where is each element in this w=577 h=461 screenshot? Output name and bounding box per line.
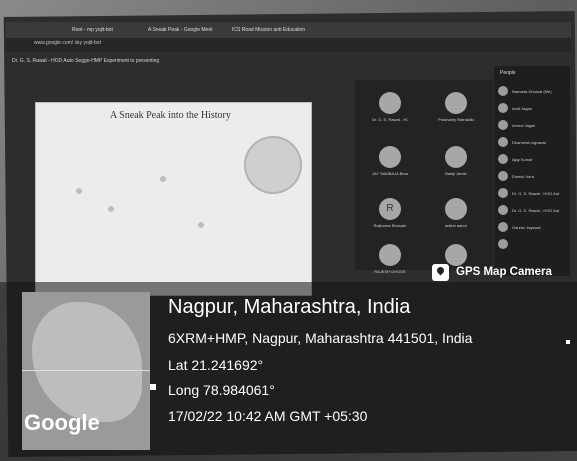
avatar: [445, 198, 467, 220]
person-name: Ajay Kumar: [512, 157, 533, 162]
avatar: [498, 120, 508, 130]
google-logo: Google: [24, 410, 100, 435]
location-city: Nagpur, Maharashtra, India: [168, 296, 411, 318]
avatar: [379, 92, 401, 114]
people-list-item[interactable]: Anmol Jagan: [498, 118, 570, 132]
avatar: R: [379, 198, 401, 220]
person-name: Dinesh Vora: [512, 174, 534, 179]
avatar: [498, 171, 508, 181]
avatar: [498, 137, 508, 147]
person-name: Dr. G. S. Rawat - HOD Aut: [512, 191, 560, 196]
slide-decoration: [198, 222, 204, 228]
people-list-item[interactable]: Amit Jagan: [498, 101, 570, 115]
map-road: [22, 370, 150, 371]
slide-decoration: [160, 176, 166, 182]
participant-tile[interactable]: JAY SAMBAJA Bhawabe: [372, 146, 408, 176]
slide-decoration: [108, 206, 114, 212]
participant-tile[interactable]: Balaji Jamle: [438, 146, 474, 176]
meeting-title: Dr. G. S. Rawat - HOD Auto Seggo-HMP Exp…: [12, 58, 160, 64]
avatar: [498, 103, 508, 113]
location-address: 6XRM+HMP, Nagpur, Maharashtra 441501, In…: [168, 330, 473, 346]
map-pin-icon: [432, 264, 449, 281]
participant-name: JAY SAMBAJA Bhawabe: [372, 171, 408, 176]
slide-decoration: [76, 188, 82, 194]
participant-tile[interactable]: R Rajkumar Bhosale: [372, 198, 408, 228]
avatar: [445, 92, 467, 114]
people-list-item[interactable]: Dr. G. S. Rawat - HOD Aut: [498, 186, 570, 200]
people-list-item[interactable]: Dharmesh Agrawal: [498, 135, 570, 149]
avatar: [379, 146, 401, 168]
browser-tab[interactable]: A Sneak Peak - Google Meet: [148, 24, 228, 36]
people-list-item[interactable]: Dr. G. S. Rawat - HOD Aut: [498, 203, 570, 217]
participant-name: Dr. G. S. Rawat - HOD: [372, 117, 408, 122]
map-terrain: [32, 302, 142, 422]
avatar: [498, 205, 508, 215]
browser-tab[interactable]: Root - mp yojit-bot: [72, 24, 142, 36]
participant-tile[interactable]: Prashanty Ratnakikar: [438, 92, 474, 122]
slide-title: A Sneak Peak into the History: [110, 110, 231, 121]
avatar: [498, 154, 508, 164]
people-heading: People: [500, 70, 516, 76]
gps-camera-badge: GPS Map Camera: [432, 262, 570, 284]
participant-name: Prashanty Ratnakikar: [438, 117, 474, 122]
person-name: Dr. G. S. Rawat - HOD Aut: [512, 208, 560, 213]
location-latitude: Lat 21.241692°: [168, 357, 264, 373]
avatar: [498, 222, 508, 232]
participant-tile[interactable]: RAJESH GHODE: [372, 244, 408, 274]
participant-name: Rajkumar Bhosale: [373, 223, 407, 228]
marker-icon: [150, 384, 156, 390]
browser-tab[interactable]: [318, 24, 338, 36]
slide-seal-image: [244, 136, 302, 194]
avatar: [379, 244, 401, 266]
location-timestamp: 17/02/22 10:42 AM GMT +05:30: [168, 408, 368, 424]
participant-tile[interactable]: anklet aaron: [438, 198, 474, 228]
decoration-dot: [566, 340, 570, 344]
location-longitude: Long 78.984061°: [168, 382, 275, 398]
person-name: Dharmesh Agrawal: [512, 140, 546, 145]
avatar: [498, 239, 508, 249]
person-name: Namarta Dhumal (Me): [512, 89, 552, 94]
browser-tab[interactable]: [10, 24, 70, 36]
person-name: Anmol Jagan: [512, 123, 536, 128]
people-list-item[interactable]: Gaurav Jayswal: [498, 220, 570, 234]
gps-camera-label: GPS Map Camera: [456, 266, 552, 278]
participant-name: RAJESH GHODE: [374, 269, 406, 274]
participant-name: anklet aaron: [444, 223, 467, 228]
participant-name: Balaji Jamle: [445, 171, 467, 176]
person-name: Amit Jagan: [512, 106, 533, 111]
people-list-item[interactable]: Namarta Dhumal (Me): [498, 84, 570, 98]
avatar: [498, 188, 508, 198]
presentation-slide: [36, 103, 311, 295]
people-list-item[interactable]: Dinesh Vora: [498, 169, 570, 183]
avatar: [498, 86, 508, 96]
participant-tile[interactable]: Dr. G. S. Rawat - HOD: [372, 92, 408, 122]
url-text: www.google.com/ sky yojit-bot: [34, 40, 101, 46]
photo-frame: Root - mp yojit-bot A Sneak Peak - Googl…: [0, 0, 577, 461]
browser-tab[interactable]: ICS Road Mission anti Education: [232, 24, 312, 36]
people-list-item[interactable]: [498, 237, 570, 251]
people-list-item[interactable]: Ajay Kumar: [498, 152, 570, 166]
avatar: [445, 146, 467, 168]
person-name: Gaurav Jayswal: [512, 225, 541, 230]
